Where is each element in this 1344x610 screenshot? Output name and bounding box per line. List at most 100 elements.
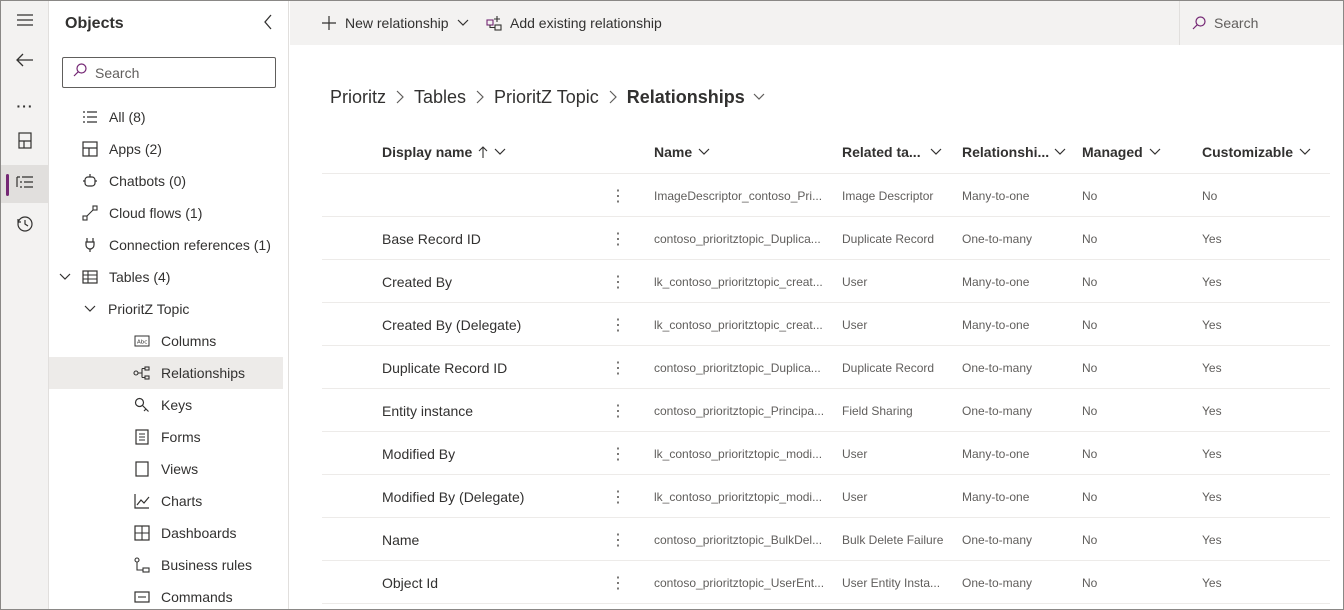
more-options-icon[interactable]: ⋮	[612, 303, 624, 346]
table-row[interactable]: Name ⋮ contoso_prioritztopic_BulkDel... …	[322, 518, 1330, 561]
tree-item-label: PrioritZ Topic	[108, 301, 190, 317]
list-icon	[81, 108, 99, 126]
tree-item-relationships[interactable]: Relationships	[49, 357, 283, 389]
cell-related-table: Image Descriptor	[842, 188, 934, 203]
chevron-down-icon[interactable]	[457, 19, 469, 27]
tree-item-label: Cloud flows	[109, 205, 182, 221]
cell-display-name: Base Record ID	[382, 230, 481, 247]
more-options-icon[interactable]: ⋮	[612, 432, 624, 475]
column-header-label: Display name	[382, 144, 473, 160]
cell-name: lk_contoso_prioritztopic_creat...	[654, 317, 823, 332]
chevron-down-icon[interactable]	[83, 302, 97, 316]
tree-item-commands[interactable]: Commands	[49, 581, 283, 609]
command-search-box[interactable]: Search	[1179, 1, 1343, 45]
tree-item-tables[interactable]: Tables (4)	[49, 261, 283, 293]
more-options-icon[interactable]: ⋮	[612, 217, 624, 260]
more-options-icon[interactable]: ⋮	[612, 174, 624, 217]
column-header-name[interactable]: Name	[654, 130, 710, 174]
breadcrumb-prioritz[interactable]: Prioritz	[330, 87, 386, 108]
breadcrumb-prioritz-topic[interactable]: PrioritZ Topic	[494, 87, 599, 108]
chevron-right-icon	[609, 90, 617, 104]
tree-item-keys[interactable]: Keys	[49, 389, 283, 421]
flow-icon	[81, 204, 99, 222]
breadcrumb-relationships[interactable]: Relationships	[627, 87, 745, 108]
table-row[interactable]: Created By (Delegate) ⋮ lk_contoso_prior…	[322, 303, 1330, 346]
tree-item-cloud-flows[interactable]: Cloud flows (1)	[49, 197, 283, 229]
cell-customizable: Yes	[1202, 446, 1222, 461]
more-options-icon[interactable]: ⋮	[612, 518, 624, 561]
add-existing-label: Add existing relationship	[510, 15, 662, 31]
tree-item-label: Views	[161, 461, 199, 477]
tree-item-count: (4)	[153, 269, 171, 285]
sort-ascending-icon	[478, 145, 488, 159]
back-button[interactable]	[1, 43, 49, 81]
cell-related-table: Bulk Delete Failure	[842, 532, 944, 547]
table-row[interactable]: Object Id ⋮ contoso_prioritztopic_UserEn…	[322, 561, 1330, 604]
new-relationship-button[interactable]: New relationship	[321, 1, 469, 45]
tree-item-chatbots[interactable]: Chatbots (0)	[49, 165, 283, 197]
tree-item-connection-references[interactable]: Connection references (1)	[49, 229, 283, 261]
add-existing-relationship-button[interactable]: Add existing relationship	[486, 1, 662, 45]
tree-item-dashboards[interactable]: Dashboards	[49, 517, 283, 549]
new-relationship-label: New relationship	[345, 15, 449, 31]
tree-item-charts[interactable]: Charts	[49, 485, 283, 517]
more-options-icon[interactable]: ⋮	[612, 561, 624, 604]
tree-item-columns[interactable]: Abc Columns	[49, 325, 283, 357]
tree-item-apps[interactable]: Apps (2)	[49, 133, 283, 165]
table-row[interactable]: Duplicate Record ID ⋮ contoso_prioritzto…	[322, 346, 1330, 389]
cell-relationship-type: Many-to-one	[962, 188, 1030, 203]
objects-list-icon	[16, 175, 34, 194]
table-row[interactable]: Base Record ID ⋮ contoso_prioritztopic_D…	[322, 217, 1330, 260]
tree-item-business-rules[interactable]: Business rules	[49, 549, 283, 581]
more-options-icon[interactable]: ⋮	[612, 346, 624, 389]
cell-display-name: Created By (Delegate)	[382, 316, 522, 333]
chevron-down-icon[interactable]	[58, 270, 72, 284]
table-row[interactable]: Entity instance ⋮ contoso_prioritztopic_…	[322, 389, 1330, 432]
hamburger-menu-button[interactable]	[1, 3, 49, 41]
search-icon	[1192, 16, 1206, 30]
column-header-relationship-type[interactable]: Relationshi...	[962, 130, 1066, 174]
cell-managed: No	[1082, 317, 1098, 332]
table-row[interactable]: ⋮ ImageDescriptor_contoso_Pri... Image D…	[322, 174, 1330, 217]
cell-related-table: Duplicate Record	[842, 231, 935, 246]
tree-item-label: Connection references	[109, 237, 250, 253]
table-row[interactable]: Modified By (Delegate) ⋮ lk_contoso_prio…	[322, 475, 1330, 518]
column-header-customizable[interactable]: Customizable	[1202, 130, 1311, 174]
back-arrow-icon	[16, 53, 34, 72]
more-options-icon[interactable]: ⋮	[612, 260, 624, 303]
chevron-down-icon	[1149, 148, 1161, 156]
cell-name: lk_contoso_prioritztopic_modi...	[654, 489, 823, 504]
solution-button[interactable]	[1, 124, 49, 162]
history-button[interactable]	[1, 207, 49, 245]
tree-item-count: (0)	[168, 173, 187, 189]
breadcrumb-tables[interactable]: Tables	[414, 87, 466, 108]
search-icon	[73, 63, 87, 82]
tree-item-label: Business rules	[161, 557, 253, 573]
objects-button[interactable]	[1, 165, 49, 203]
cell-related-table: User	[842, 446, 868, 461]
objects-search-input[interactable]	[95, 64, 265, 81]
chevron-down-icon[interactable]	[753, 93, 765, 101]
column-header-related-table[interactable]: Related ta...	[842, 130, 942, 174]
collapse-panel-button[interactable]	[257, 13, 279, 35]
table-row[interactable]: Created By ⋮ lk_contoso_prioritztopic_cr…	[322, 260, 1330, 303]
tree-item-views[interactable]: Views	[49, 453, 283, 485]
objects-search-box[interactable]	[62, 57, 276, 88]
tree-item-prioritz-topic[interactable]: PrioritZ Topic	[49, 293, 283, 325]
tree-item-label: Dashboards	[161, 525, 237, 541]
table-row[interactable]: Modified By ⋮ lk_contoso_prioritztopic_m…	[322, 432, 1330, 475]
more-button[interactable]: ···	[1, 87, 49, 125]
cell-relationship-type: Many-to-one	[962, 489, 1030, 504]
tree-item-forms[interactable]: Forms	[49, 421, 283, 453]
cell-customizable: Yes	[1202, 532, 1222, 547]
cell-customizable: Yes	[1202, 575, 1222, 590]
form-icon	[133, 428, 151, 446]
cell-customizable: Yes	[1202, 274, 1222, 289]
column-header-display-name[interactable]: Display name	[382, 130, 506, 174]
cell-related-table: User	[842, 489, 868, 504]
more-options-icon[interactable]: ⋮	[612, 475, 624, 518]
tree-item-label: Keys	[161, 397, 193, 413]
more-options-icon[interactable]: ⋮	[612, 389, 624, 432]
column-header-managed[interactable]: Managed	[1082, 130, 1161, 174]
tree-item-all[interactable]: All (8)	[49, 101, 283, 133]
